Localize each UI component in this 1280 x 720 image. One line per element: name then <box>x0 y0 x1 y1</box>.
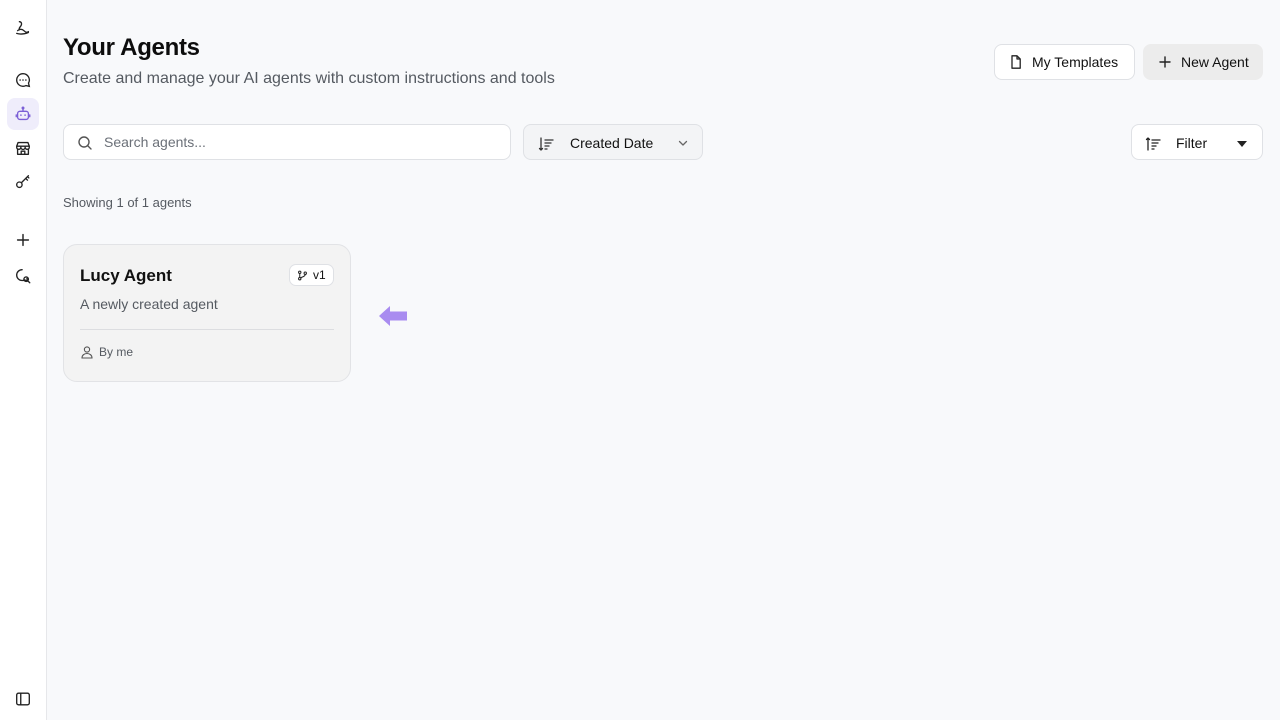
plus-icon <box>1159 56 1171 68</box>
search-box <box>63 124 511 160</box>
agent-author: By me <box>80 345 133 359</box>
user-icon <box>81 346 93 359</box>
logo-button[interactable] <box>7 12 39 44</box>
sidebar-item-agents[interactable] <box>7 98 39 130</box>
card-divider <box>80 329 334 330</box>
sidebar <box>0 0 47 720</box>
chevron-down-icon <box>678 140 688 146</box>
my-templates-button[interactable]: My Templates <box>994 44 1135 80</box>
my-templates-label: My Templates <box>1032 54 1119 70</box>
sort-select[interactable]: Created Date <box>523 124 703 160</box>
sidebar-toggle-icon <box>16 692 30 706</box>
search-input[interactable] <box>64 125 510 159</box>
key-icon <box>16 175 30 189</box>
chat-icon <box>16 73 31 88</box>
sidebar-item-marketplace[interactable] <box>7 132 39 164</box>
caret-down-icon <box>1237 141 1247 147</box>
sidebar-item-api-keys[interactable] <box>7 166 39 198</box>
sort-icon <box>538 137 554 151</box>
logo-icon <box>16 21 30 35</box>
sidebar-item-new[interactable] <box>7 224 39 256</box>
sidebar-item-search-chats[interactable] <box>7 260 39 292</box>
results-count: Showing 1 of 1 agents <box>63 195 192 210</box>
sidebar-toggle-button[interactable] <box>7 683 39 715</box>
agent-card[interactable]: Lucy Agent v1 A newly created agent By m… <box>63 244 351 382</box>
filter-label: Filter <box>1176 135 1208 151</box>
arrow-left-icon <box>379 306 407 326</box>
plus-icon <box>16 233 30 247</box>
sidebar-item-chat[interactable] <box>7 64 39 96</box>
page-title: Your Agents <box>63 34 200 61</box>
new-agent-button[interactable]: New Agent <box>1143 44 1263 80</box>
marketplace-store-icon <box>16 141 30 155</box>
document-icon <box>1011 55 1021 69</box>
agent-name: Lucy Agent <box>80 266 172 285</box>
new-agent-label: New Agent <box>1181 54 1249 70</box>
agent-bot-icon <box>15 106 31 121</box>
search-icon <box>78 136 92 150</box>
search-chat-icon <box>16 269 31 284</box>
app-root: Your Agents Create and manage your AI ag… <box>0 0 1280 720</box>
git-branch-icon <box>298 270 307 280</box>
filter-button[interactable]: Filter <box>1131 124 1263 160</box>
sort-label: Created Date <box>570 135 654 151</box>
agent-description: A newly created agent <box>80 296 218 312</box>
filter-lines-icon <box>1145 137 1161 151</box>
version-badge: v1 <box>289 264 334 286</box>
page-subtitle: Create and manage your AI agents with cu… <box>63 70 555 87</box>
version-label: v1 <box>313 268 326 282</box>
agent-author-label: By me <box>99 345 134 359</box>
